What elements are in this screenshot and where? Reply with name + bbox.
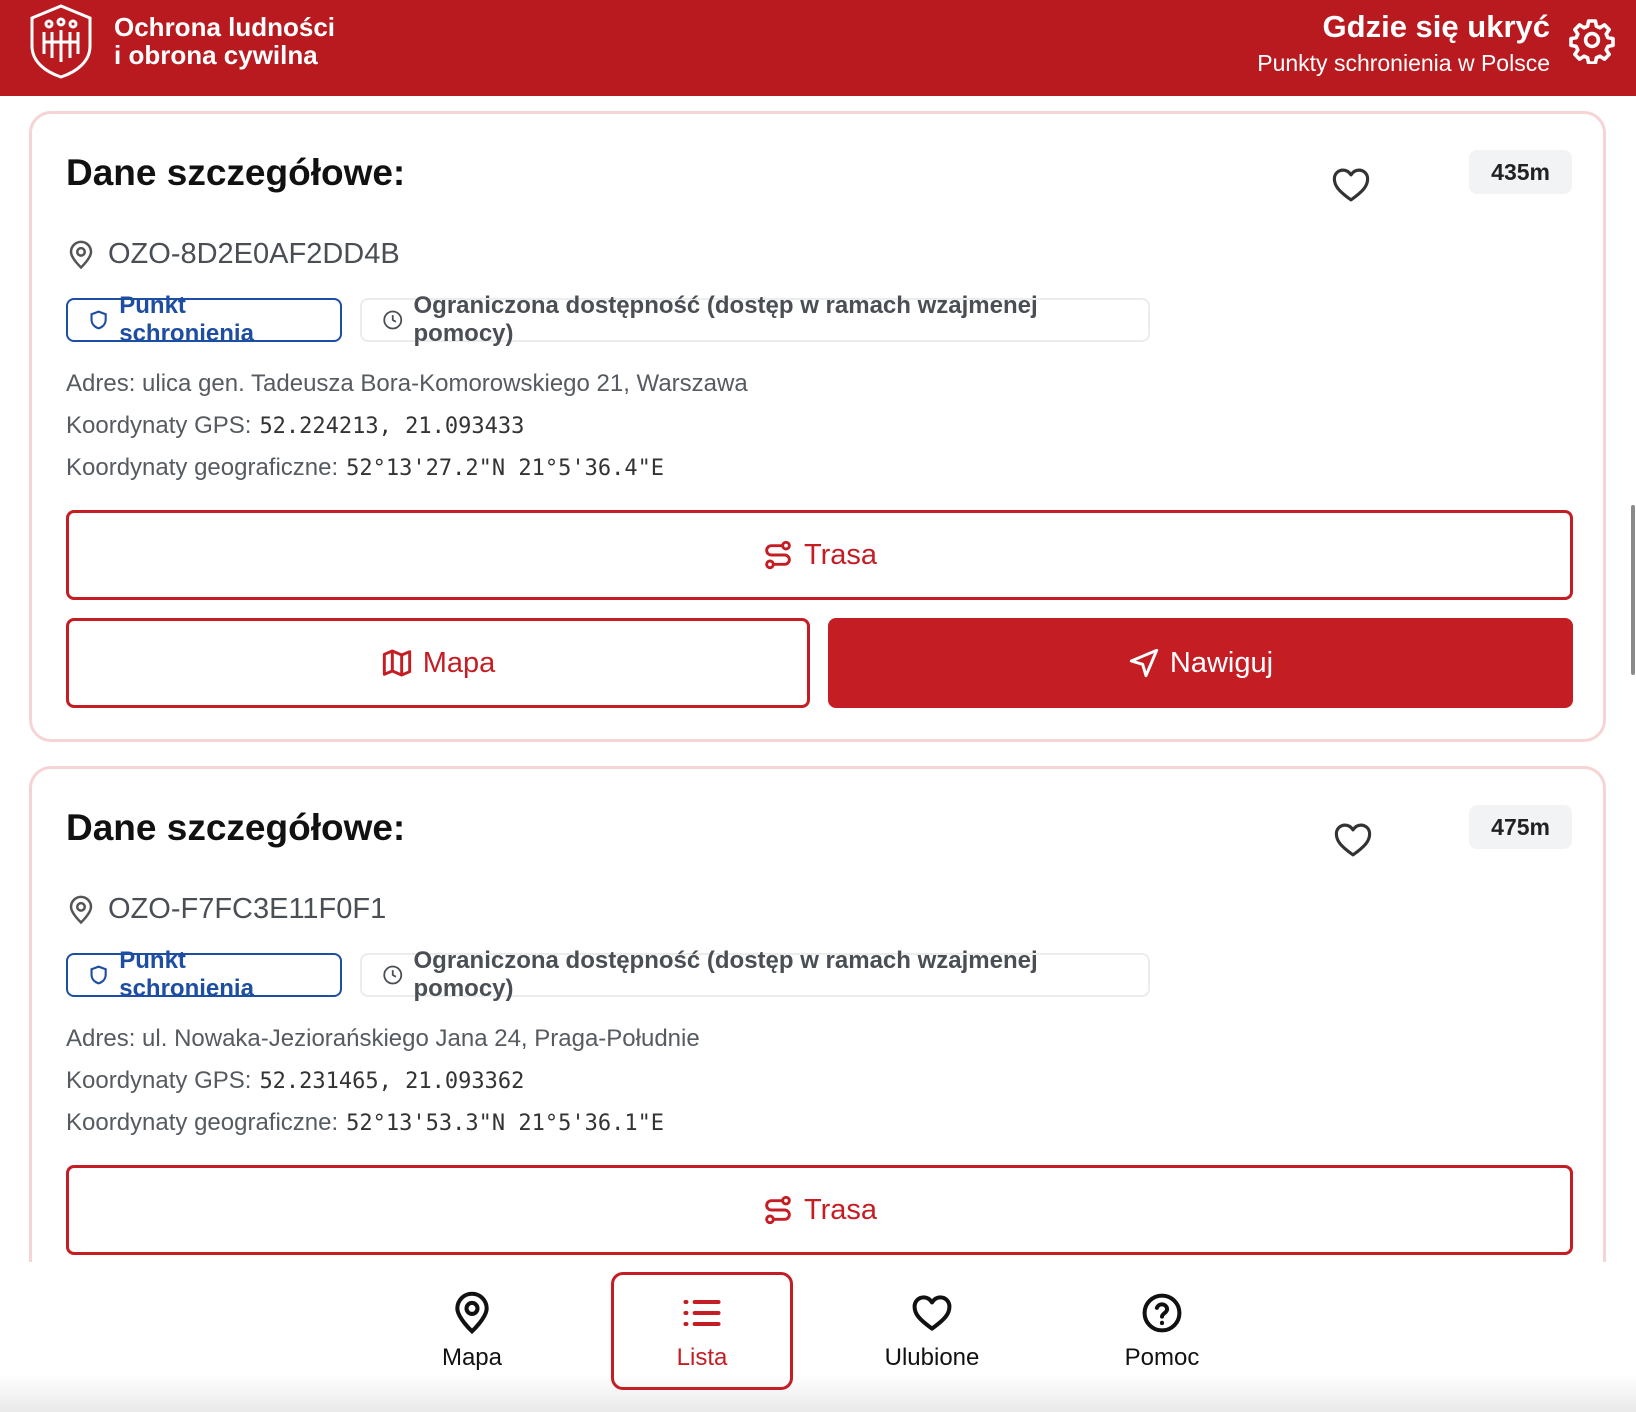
nav-item-ulubione[interactable]: Ulubione [841, 1272, 1023, 1390]
clock-icon [383, 965, 403, 985]
address-row: Adres: ulica gen. Tadeusza Bora-Komorows… [66, 370, 748, 397]
shelter-id-row: OZO-8D2E0AF2DD4B [66, 238, 400, 271]
route-button[interactable]: Trasa [66, 510, 1573, 600]
route-button[interactable]: Trasa [66, 1165, 1573, 1255]
distance-badge: 475m [1469, 805, 1572, 849]
shelter-id-row: OZO-F7FC3E11F0F1 [66, 893, 386, 926]
navigate-button[interactable]: Nawiguj [828, 618, 1573, 708]
favorite-heart-icon[interactable] [1329, 164, 1373, 206]
clock-icon [383, 310, 403, 330]
availability-badge: Ograniczona dostępność (dostęp w ramach … [360, 292, 1150, 347]
route-icon [765, 540, 791, 570]
shield-icon [90, 965, 107, 985]
map-pin-icon [69, 240, 93, 269]
gps-row: Koordynaty GPS: 52.231465, 21.093362 [66, 1067, 525, 1094]
geo-row: Koordynaty geograficzne: 52°13'27.2"N 21°… [66, 454, 665, 481]
nav-item-pomoc[interactable]: Pomoc [1071, 1272, 1253, 1390]
civil-defence-logo-icon [30, 4, 92, 79]
availability-badge: Ograniczona dostępność (dostęp w ramach … [360, 947, 1150, 1002]
navigation-arrow-icon [1129, 648, 1159, 678]
page-subtitle: Punkty schronienia w Polsce [1257, 50, 1550, 76]
type-badge: Punkt schronienia [66, 292, 342, 347]
app-header: Ochrona ludności i obrona cywilna Gdzie … [0, 0, 1636, 96]
map-pin-icon [69, 895, 93, 924]
shelter-info: Adres: ul. Nowaka-Jeziorańskiego Jana 24… [66, 1022, 700, 1148]
geo-row: Koordynaty geograficzne: 52°13'53.3"N 21°… [66, 1109, 665, 1136]
shelter-id: OZO-F7FC3E11F0F1 [108, 893, 387, 925]
brand-line-2: i obrona cywilna [114, 40, 318, 70]
gps-row: Koordynaty GPS: 52.224213, 21.093433 [66, 412, 525, 439]
gear-icon[interactable] [1568, 16, 1616, 64]
nav-item-lista[interactable]: Lista [611, 1272, 793, 1390]
shield-icon [90, 310, 107, 330]
map-icon [382, 649, 411, 677]
card-title: Dane szczegółowe: [66, 807, 406, 848]
shelter-info: Adres: ulica gen. Tadeusza Bora-Komorows… [66, 367, 748, 493]
page-title: Gdzie się ukryć [1322, 9, 1550, 44]
card-title: Dane szczegółowe: [66, 152, 406, 193]
scrollbar[interactable] [1631, 505, 1635, 675]
address-row: Adres: ul. Nowaka-Jeziorańskiego Jana 24… [66, 1025, 700, 1052]
shelter-id: OZO-8D2E0AF2DD4B [108, 238, 400, 270]
bottom-navigation: Mapa Lista Ulubione Pomoc [0, 1262, 1636, 1412]
distance-badge: 435m [1469, 150, 1572, 194]
nav-item-mapa[interactable]: Mapa [381, 1272, 563, 1390]
map-pin-icon [455, 1291, 489, 1335]
map-button[interactable]: Mapa [66, 618, 810, 708]
heart-icon [912, 1295, 952, 1331]
brand-line-1: Ochrona ludności [114, 12, 336, 42]
brand[interactable]: Ochrona ludności i obrona cywilna [26, 2, 335, 80]
route-icon [765, 1195, 791, 1225]
type-badge: Punkt schronienia [66, 947, 342, 1002]
help-circle-icon [1142, 1293, 1182, 1333]
list-icon [683, 1299, 721, 1327]
favorite-heart-icon[interactable] [1331, 819, 1375, 861]
shelter-card: Dane szczegółowe: 435m OZO-8D2E0AF2DD4B … [29, 111, 1606, 742]
